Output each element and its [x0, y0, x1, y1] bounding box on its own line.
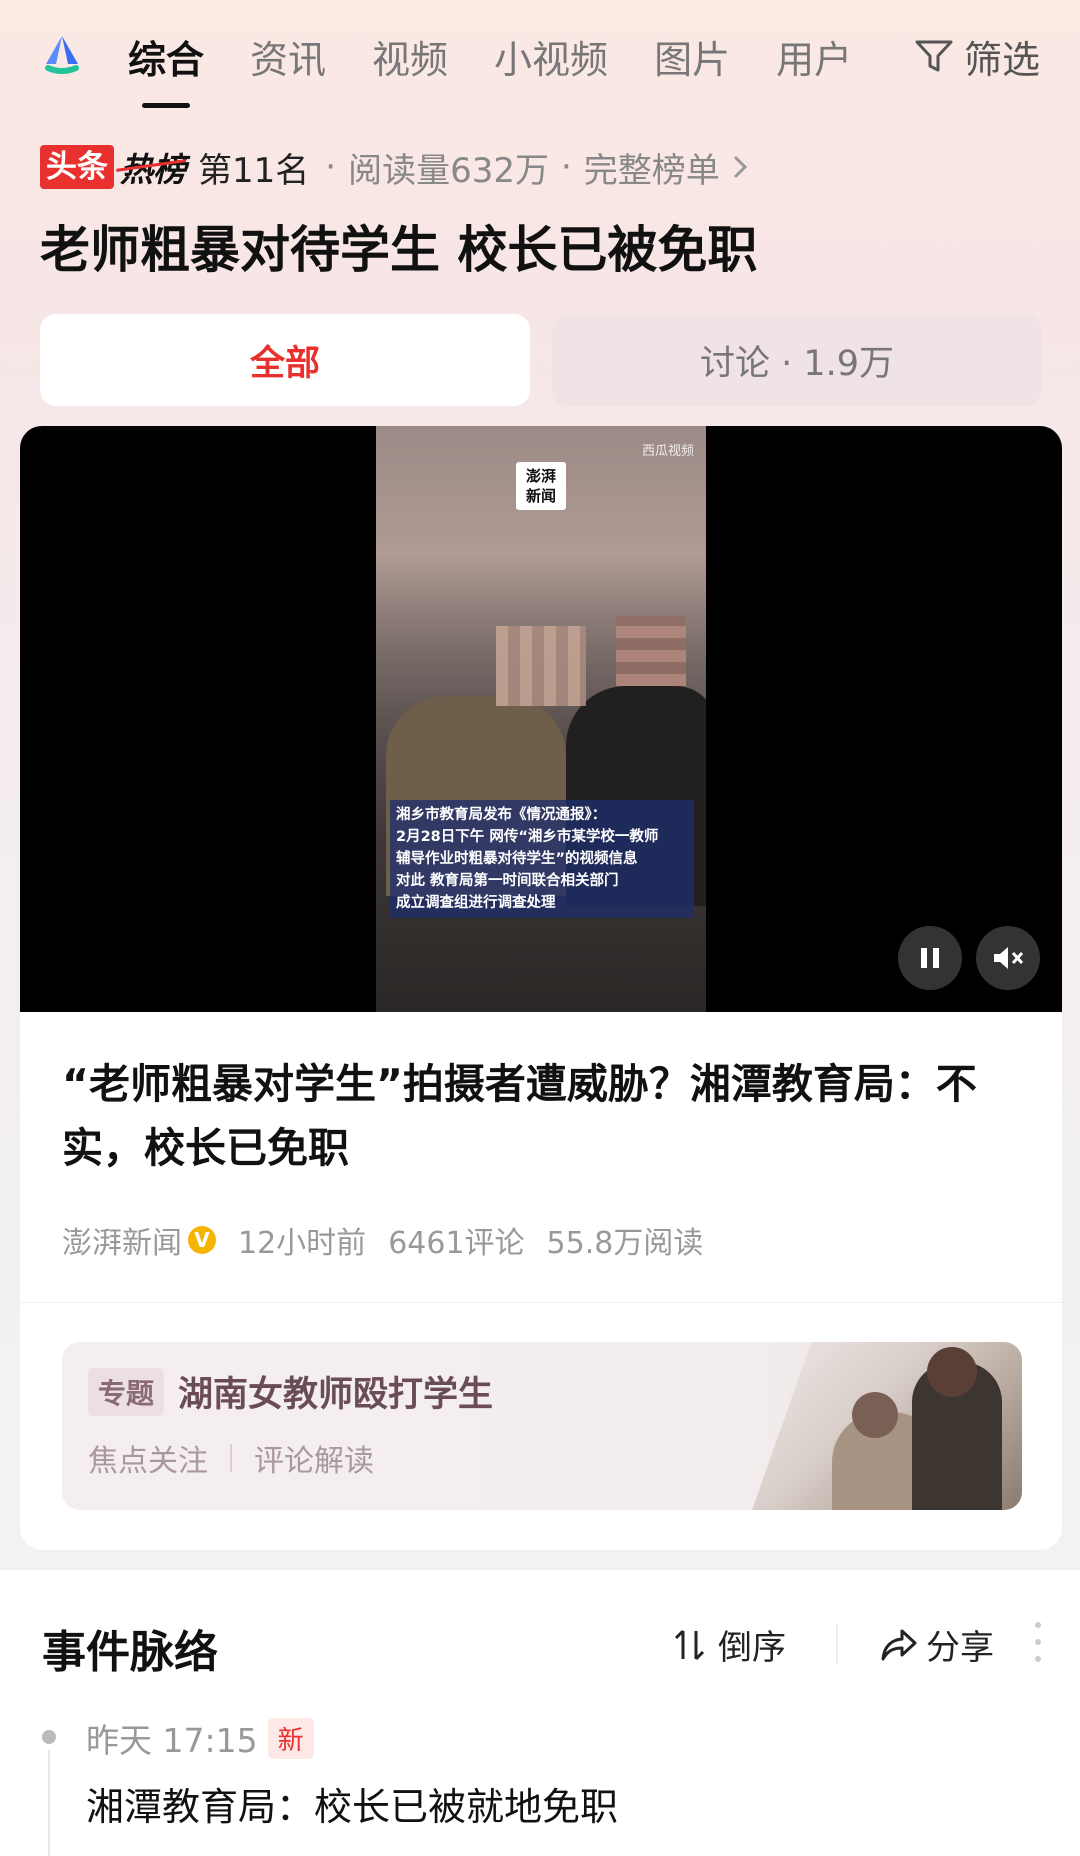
video-caption: 湘乡市教育局发布《情况通报》： 2月28日下午 网传“湘乡市某学校一教师 辅导作… [390, 800, 694, 918]
sort-button[interactable]: 倒序 [672, 1620, 786, 1669]
topic-card[interactable]: 专题 湖南女教师殴打学生 焦点关注 评论解读 [62, 1342, 1022, 1510]
video-watermark: 西瓜视频 [641, 444, 694, 459]
topic-title: 湖南女教师殴打学生 [178, 1375, 494, 1415]
article-time: 12小时前 [238, 1226, 367, 1261]
segment-discussion[interactable]: 讨论 · 1.9万 [552, 314, 1042, 406]
tab-short-video[interactable]: 小视频 [494, 29, 608, 84]
topic-link-comments[interactable]: 评论解读 [254, 1436, 374, 1480]
article-title[interactable]: “老师粗暴对学生”拍摄者遭威胁？湘潭教育局：不实，校长已免职 [62, 1052, 1022, 1180]
timeline-item-time: 昨天 17:15 新 [86, 1714, 314, 1762]
filter-icon [915, 40, 953, 72]
filter-label: 筛选 [963, 37, 1040, 82]
full-list-link[interactable]: 完整榜单 [584, 143, 720, 192]
read-count: 阅读量632万 [348, 150, 549, 191]
timeline-dot [42, 1730, 56, 1744]
tab-news[interactable]: 资讯 [250, 29, 326, 84]
app-logo-icon [45, 36, 79, 74]
chevron-right-icon [733, 155, 747, 179]
article-reads: 55.8万阅读 [546, 1226, 704, 1261]
dot-separator: · [325, 147, 337, 187]
page-title: 老师粗暴对待学生 校长已被免职 [40, 221, 758, 279]
event-timeline: 事件脉络 倒序 分享 昨天 17:15 新 湘潭教育局：校长已被就地免职 [0, 1570, 1080, 1856]
timeline-time-text: 昨天 17:15 [86, 1721, 258, 1760]
topic-tag: 专题 [88, 1368, 165, 1416]
timeline-item-text[interactable]: 湘潭教育局：校长已被就地免职 [86, 1776, 618, 1831]
tab-images[interactable]: 图片 [654, 29, 730, 84]
video-source-logo: 澎湃 新闻 [516, 462, 566, 510]
top-tab-bar: 综合 资讯 视频 小视频 图片 用户 筛选 [0, 0, 1080, 110]
new-badge: 新 [267, 1717, 314, 1759]
pause-icon [921, 948, 939, 968]
filter-button[interactable]: 筛选 [914, 28, 1040, 84]
sort-icon [674, 1629, 705, 1660]
topic-links: 焦点关注 评论解读 [88, 1436, 374, 1480]
blurred-face [496, 626, 586, 706]
search-tabs: 综合 资讯 视频 小视频 图片 用户 [128, 28, 898, 84]
timeline-title: 事件脉络 [42, 1627, 218, 1678]
article-comments: 6461评论 [388, 1226, 525, 1261]
share-button[interactable]: 分享 [880, 1620, 994, 1669]
article-meta: 澎湃新闻 V 12小时前 6461评论 55.8万阅读 [62, 1218, 703, 1262]
topic-thumbnail [752, 1342, 1022, 1510]
volume-muted-icon [994, 947, 1024, 969]
news-card[interactable]: 澎湃 新闻 西瓜视频 湘乡市教育局发布《情况通报》： 2月28日下午 网传“湘乡… [20, 426, 1062, 1550]
verified-icon: V [188, 1226, 216, 1254]
mute-button[interactable] [976, 926, 1040, 990]
tab-video[interactable]: 视频 [372, 29, 448, 84]
rank-position: 第11名 [198, 150, 310, 191]
blurred-face [616, 616, 686, 686]
video-frame: 澎湃 新闻 西瓜视频 湘乡市教育局发布《情况通报》： 2月28日下午 网传“湘乡… [376, 426, 706, 1012]
divider [230, 1444, 232, 1472]
video-player[interactable]: 澎湃 新闻 西瓜视频 湘乡市教育局发布《情况通报》： 2月28日下午 网传“湘乡… [20, 426, 1062, 1012]
tab-comprehensive[interactable]: 综合 [128, 29, 204, 84]
share-label: 分享 [926, 1628, 994, 1668]
share-icon [881, 1629, 917, 1660]
hot-rank-row[interactable]: 头条 热榜 第11名 · 阅读量632万 · 完整榜单 [40, 142, 748, 192]
dot-separator: · [560, 147, 572, 187]
article-source[interactable]: 澎湃新闻 [62, 1218, 182, 1262]
pause-button[interactable] [898, 926, 962, 990]
more-icon[interactable] [1034, 1622, 1042, 1662]
divider [20, 1302, 1062, 1303]
toutiao-badge: 头条 [40, 145, 114, 189]
sort-label: 倒序 [718, 1628, 786, 1668]
tab-users[interactable]: 用户 [776, 29, 852, 84]
hot-list-badge: 热榜 [120, 143, 186, 191]
segment-all[interactable]: 全部 [40, 314, 530, 406]
timeline-line [48, 1750, 50, 1856]
divider [836, 1624, 838, 1664]
topic-link-focus[interactable]: 焦点关注 [88, 1436, 208, 1480]
